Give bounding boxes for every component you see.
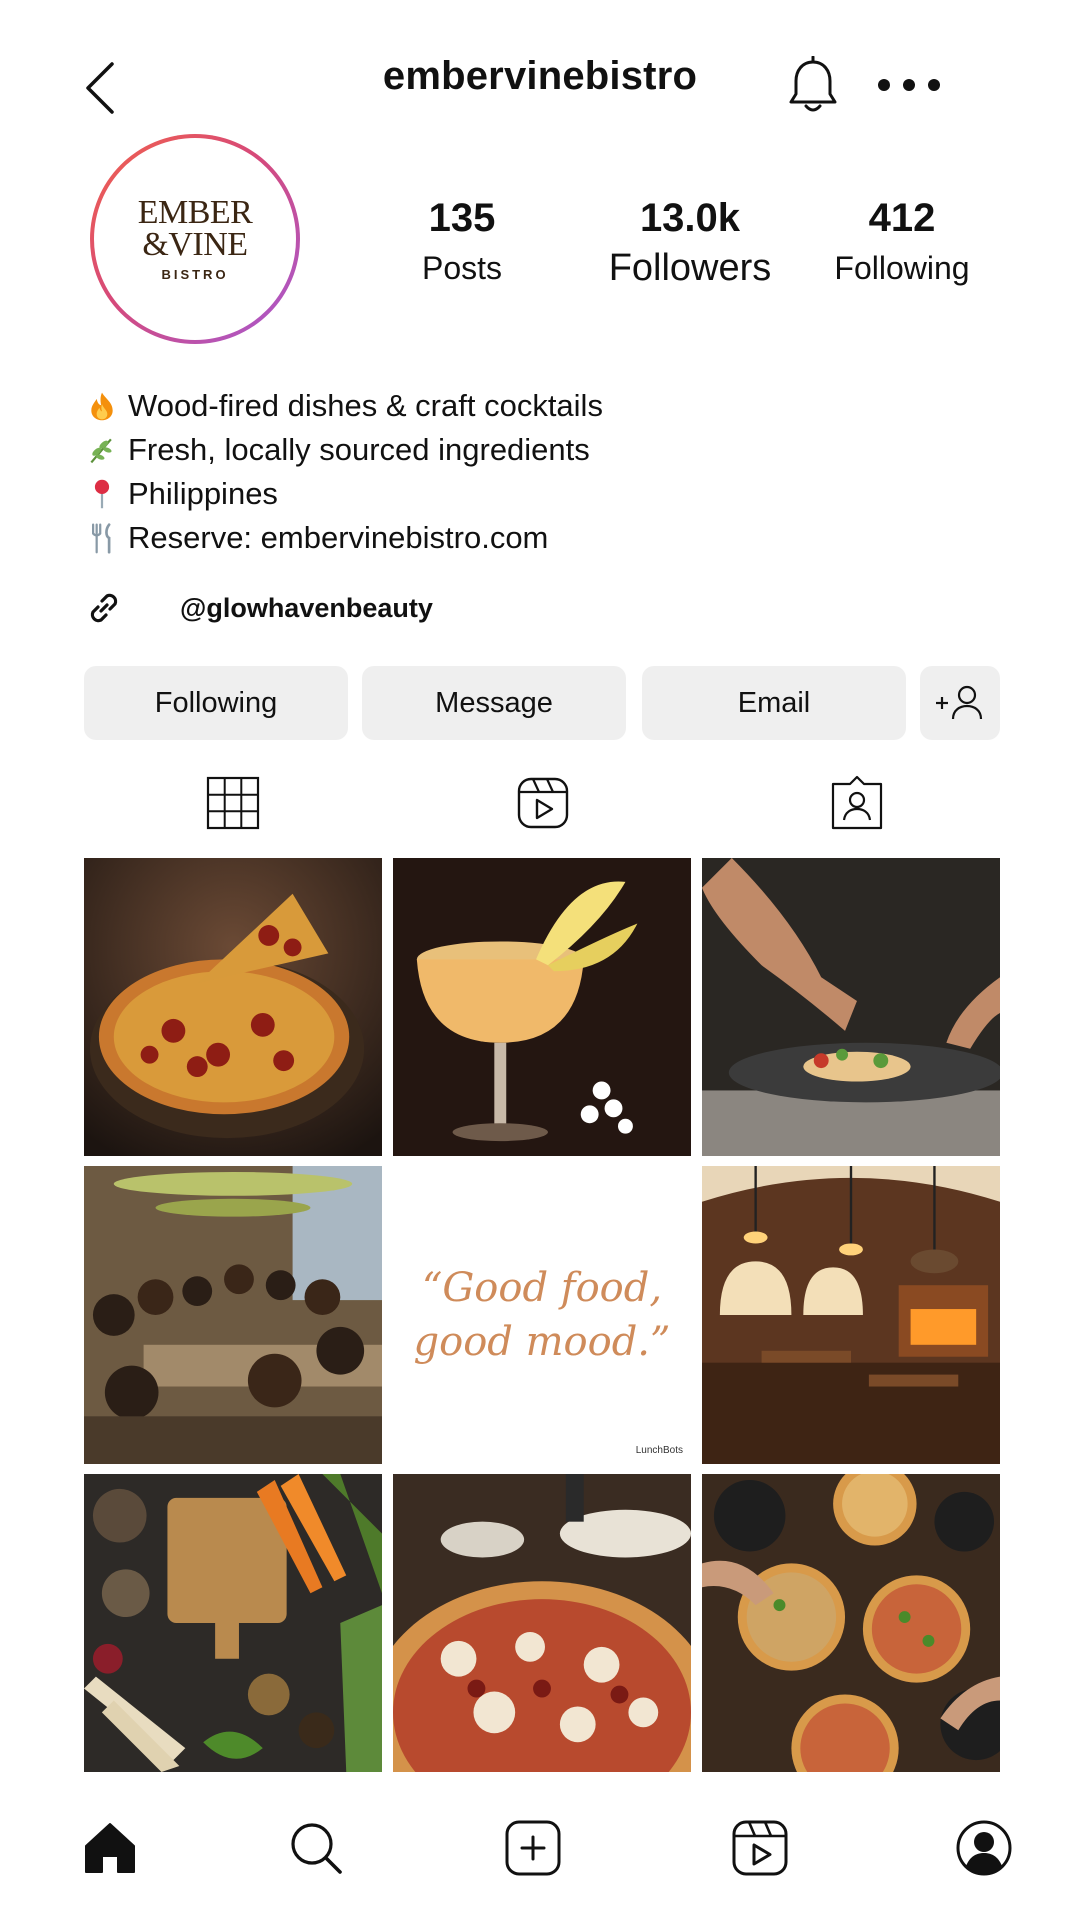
link-icon — [84, 588, 124, 628]
tagged-icon — [831, 775, 883, 830]
bio-line: Philippines — [84, 472, 603, 516]
bottom-navigation — [0, 1790, 1080, 1920]
followers-label: Followers — [608, 247, 772, 289]
reels-icon — [517, 777, 569, 829]
posts-label: Posts — [421, 250, 503, 286]
post-tile-pizza-closeup[interactable] — [393, 1474, 691, 1772]
pin-icon — [84, 476, 120, 512]
watermark-text: LunchBots — [635, 1445, 683, 1456]
following-stat[interactable]: 412 Following — [802, 196, 1002, 288]
create-post-icon[interactable] — [503, 1818, 563, 1878]
add-user-button[interactable] — [920, 666, 1000, 740]
message-button[interactable]: Message — [362, 666, 626, 740]
search-icon[interactable] — [286, 1818, 346, 1878]
post-tile-chef-plating[interactable] — [702, 858, 1000, 1156]
tab-tagged[interactable] — [828, 774, 886, 832]
add-user-icon — [936, 685, 983, 720]
followers-stat[interactable]: 13.0k Followers — [590, 196, 790, 288]
profile-bio: Wood-fired dishes & craft cocktails Fres… — [84, 384, 603, 560]
brand-logo: EMBER &VINE BISTRO — [94, 138, 296, 340]
logo-text-vine: &VINE — [142, 225, 248, 263]
link-text[interactable]: @glowhavenbeauty — [180, 593, 433, 624]
quote-line: good mood.” — [413, 1319, 671, 1365]
post-tile-pizza[interactable] — [84, 858, 382, 1156]
post-tile-dining-crowd[interactable] — [84, 1166, 382, 1464]
herb-icon — [84, 432, 120, 468]
logo-text-bistro: BISTRO — [161, 266, 229, 282]
profile-link[interactable]: @glowhavenbeauty — [84, 586, 433, 630]
following-count: 412 — [868, 196, 936, 240]
post-tile-pizza-table[interactable] — [702, 1474, 1000, 1772]
logo-text-ember: EMBER — [137, 193, 253, 231]
tab-grid[interactable] — [204, 774, 262, 832]
fork-knife-icon — [84, 520, 120, 556]
bio-text: Philippines — [128, 476, 278, 511]
post-tile-quote[interactable]: “Good food, good mood.” LunchBots — [393, 1166, 691, 1464]
fire-icon — [84, 388, 120, 424]
bio-text: Fresh, locally sourced ingredients — [128, 432, 590, 467]
bio-text: Wood-fired dishes & craft cocktails — [128, 388, 603, 423]
home-icon[interactable] — [80, 1818, 140, 1878]
following-label: Following — [834, 250, 970, 286]
tab-reels[interactable] — [514, 774, 572, 832]
bio-text: Reserve: embervinebistro.com — [128, 520, 549, 555]
profile-avatar[interactable]: EMBER &VINE BISTRO — [90, 134, 300, 344]
quote-line: “Good food, — [421, 1265, 663, 1311]
reels-icon[interactable] — [730, 1818, 790, 1878]
following-button[interactable]: Following — [84, 666, 348, 740]
more-options-icon[interactable] — [874, 70, 944, 100]
bio-line: Fresh, locally sourced ingredients — [84, 428, 603, 472]
post-tile-vegetables[interactable] — [84, 1474, 382, 1772]
bio-line: Reserve: embervinebistro.com — [84, 516, 603, 560]
posts-count: 135 — [428, 196, 496, 240]
bell-icon[interactable] — [786, 55, 840, 116]
followers-count: 13.0k — [639, 196, 741, 240]
bio-line: Wood-fired dishes & craft cocktails — [84, 384, 603, 428]
profile-icon[interactable] — [954, 1818, 1014, 1878]
email-button[interactable]: Email — [642, 666, 906, 740]
post-tile-cocktail[interactable] — [393, 858, 691, 1156]
posts-stat[interactable]: 135 Posts — [362, 196, 562, 288]
post-tile-restaurant-interior[interactable] — [702, 1166, 1000, 1464]
grid-icon — [206, 776, 260, 830]
